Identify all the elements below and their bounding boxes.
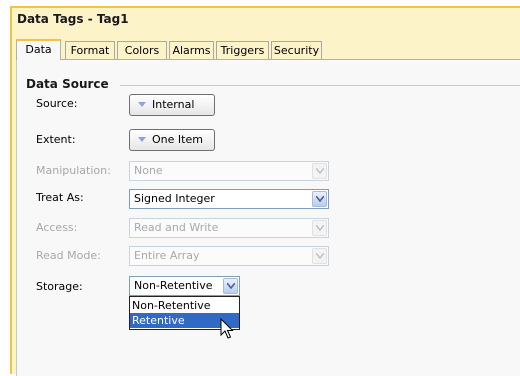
manipulation-select: None (129, 161, 329, 181)
manipulation-value: None (134, 164, 163, 177)
chevron-down-icon (312, 248, 327, 264)
tab-data[interactable]: Data (16, 39, 61, 60)
chevron-down-icon (312, 220, 327, 236)
extent-label: Extent: (36, 133, 76, 146)
read-mode-value: Entire Array (134, 249, 200, 262)
treat-as-select[interactable]: Signed Integer (129, 189, 329, 209)
treat-as-label: Treat As: (36, 191, 84, 204)
access-value: Read and Write (134, 221, 219, 234)
storage-option-non-retentive[interactable]: Non-Retentive (130, 298, 239, 313)
chevron-down-icon (312, 163, 327, 179)
access-label: Access: (36, 221, 78, 234)
chevron-down-icon (138, 137, 146, 142)
extent-button[interactable]: One Item (129, 129, 215, 151)
mouse-cursor-icon (220, 318, 234, 339)
section-title: Data Source (26, 77, 109, 91)
access-select: Read and Write (129, 218, 329, 238)
extent-value: One Item (152, 133, 203, 146)
tab-triggers[interactable]: Triggers (216, 41, 269, 59)
section-divider (120, 85, 520, 86)
read-mode-select: Entire Array (129, 246, 329, 266)
tab-alarms[interactable]: Alarms (169, 41, 214, 59)
tab-colors[interactable]: Colors (117, 41, 167, 59)
chevron-down-icon[interactable] (312, 191, 327, 207)
storage-label: Storage: (36, 280, 83, 293)
treat-as-value: Signed Integer (134, 192, 215, 205)
source-label: Source: (36, 97, 78, 110)
storage-value: Non-Retentive (134, 279, 213, 292)
window-title: Data Tags - Tag1 (17, 12, 129, 26)
read-mode-label: Read Mode: (36, 249, 101, 262)
manipulation-label: Manipulation: (36, 164, 111, 177)
tab-format[interactable]: Format (65, 41, 115, 59)
storage-select[interactable]: Non-Retentive (129, 276, 240, 296)
chevron-down-icon[interactable] (223, 278, 238, 294)
source-button[interactable]: Internal (129, 94, 215, 116)
chevron-down-icon (138, 102, 146, 107)
source-value: Internal (152, 98, 195, 111)
tab-security[interactable]: Security (271, 41, 322, 59)
